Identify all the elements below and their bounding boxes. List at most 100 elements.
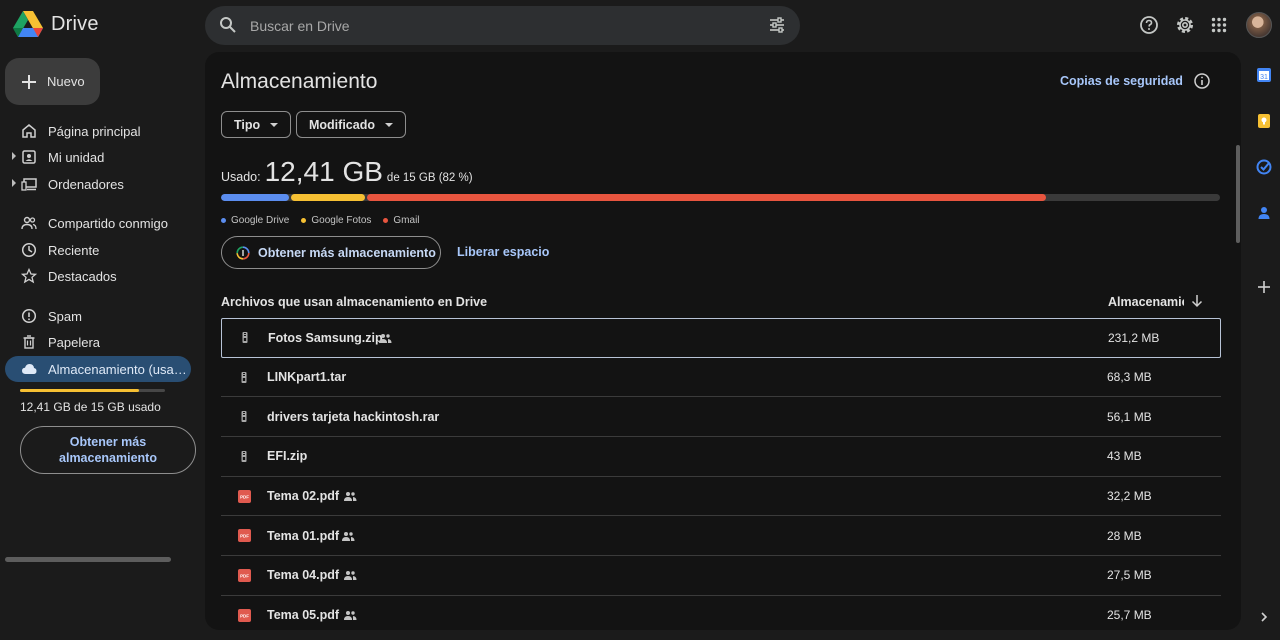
sidebar-scrollbar[interactable] <box>5 557 171 562</box>
computers-icon <box>21 178 37 191</box>
file-name[interactable]: Fotos Samsung.zip <box>268 331 383 345</box>
keep-icon[interactable] <box>1256 113 1272 129</box>
file-size: 28 MB <box>1107 528 1142 543</box>
pdf-file-icon: PDF <box>237 529 251 543</box>
file-size: 32,2 MB <box>1107 489 1152 504</box>
help-icon[interactable] <box>1138 14 1160 36</box>
file-row[interactable]: PDF Tema 02.pdf 32,2 MB <box>221 477 1221 517</box>
google-one-icon <box>236 245 250 260</box>
expand-caret-icon[interactable] <box>12 152 16 160</box>
sidebar-item-storage[interactable]: Almacenamiento (usado: 82 %) <box>5 356 191 382</box>
legend-dot <box>383 218 389 223</box>
legend-dot <box>221 218 226 223</box>
sidebar-item-label: Página principal <box>48 123 141 139</box>
usage-total: de 15 GB (82 %) <box>386 172 473 184</box>
legend-label: Gmail <box>393 215 420 226</box>
my-drive-icon <box>22 150 36 164</box>
drive-logo[interactable]: Drive <box>13 11 99 38</box>
sidebar-item-trash[interactable]: Papelera <box>5 329 191 355</box>
home-icon <box>22 124 36 138</box>
archive-file-icon <box>237 449 251 463</box>
contacts-icon[interactable] <box>1256 205 1272 221</box>
file-name[interactable]: Tema 05.pdf <box>267 608 339 622</box>
search-input[interactable] <box>250 6 750 45</box>
file-row[interactable]: drivers tarjeta hackintosh.rar 56,1 MB <box>221 397 1221 438</box>
storage-segment <box>221 194 289 201</box>
file-size: 68,3 MB <box>1107 370 1152 385</box>
sidebar-item-computers[interactable]: Ordenadores <box>5 171 191 197</box>
type-filter-label: Tipo <box>234 117 261 132</box>
file-row[interactable]: PDF Tema 01.pdf 28 MB <box>221 516 1221 557</box>
pdf-file-icon: PDF <box>237 568 251 582</box>
sidebar-item-label: Compartido conmigo <box>48 215 168 231</box>
sort-arrow-down-icon[interactable] <box>1190 294 1204 308</box>
legend-label: Google Fotos <box>311 215 372 226</box>
search-options-icon[interactable] <box>768 16 786 34</box>
storage-usage-text: 12,41 GB de 15 GB usado <box>20 400 161 414</box>
sidebar-item-recent[interactable]: Reciente <box>5 237 191 263</box>
apps-grid-icon[interactable] <box>1208 14 1230 36</box>
info-icon[interactable] <box>1193 72 1211 90</box>
add-addon-plus-icon[interactable] <box>1257 280 1271 294</box>
svg-text:31: 31 <box>1260 74 1268 81</box>
main-scrollbar[interactable] <box>1236 145 1240 243</box>
clock-icon <box>21 242 37 258</box>
file-row[interactable]: EFI.zip 43 MB <box>221 437 1221 477</box>
storage-breakdown-legend: Google Drive Google Fotos Gmail <box>221 215 420 226</box>
file-row[interactable]: Fotos Samsung.zip 231,2 MB <box>221 318 1221 358</box>
file-name[interactable]: Tema 01.pdf <box>267 529 339 543</box>
backups-link[interactable]: Copias de seguridad <box>1060 74 1183 88</box>
account-avatar[interactable] <box>1246 12 1272 38</box>
type-filter-chip[interactable]: Tipo <box>221 111 292 138</box>
sidebar-item-label: Destacados <box>48 268 117 284</box>
svg-text:PDF: PDF <box>240 494 249 499</box>
file-name[interactable]: Tema 04.pdf <box>267 568 339 582</box>
free-up-space-link[interactable]: Liberar espacio <box>457 245 549 259</box>
tasks-icon[interactable] <box>1256 159 1272 175</box>
sidebar-item-my-drive[interactable]: Mi unidad <box>5 144 191 170</box>
modified-filter-label: Modificado <box>309 117 375 132</box>
sidebar-item-home[interactable]: Página principal <box>5 118 191 144</box>
storage-column-header[interactable]: Almacenamiento usado <box>1108 295 1184 309</box>
file-row[interactable]: PDF Tema 04.pdf 27,5 MB <box>221 556 1221 596</box>
svg-text:PDF: PDF <box>240 613 249 618</box>
file-size: 25,7 MB <box>1107 608 1152 623</box>
get-more-storage-button[interactable]: Obtener más almacenamiento <box>221 236 441 269</box>
file-name[interactable]: Tema 02.pdf <box>267 489 339 503</box>
modified-filter-chip[interactable]: Modificado <box>296 111 406 138</box>
sidebar-item-spam[interactable]: Spam <box>5 303 191 329</box>
sidebar-item-label: Almacenamiento (usado: 82 %) <box>48 361 188 377</box>
sidebar-item-label: Papelera <box>48 334 101 350</box>
storage-breakdown-bar <box>221 194 1220 201</box>
file-row[interactable]: PDF Tema 05.pdf 25,7 MB <box>221 596 1221 630</box>
files-list: Fotos Samsung.zip 231,2 MB LINKpart1.tar 68… <box>221 318 1221 630</box>
file-name[interactable]: EFI.zip <box>267 449 307 463</box>
drive-logo-icon <box>13 11 43 37</box>
sidebar-item-label: Ordenadores <box>48 176 124 192</box>
sidebar-item-starred[interactable]: Destacados <box>5 263 191 289</box>
search-icon[interactable] <box>219 16 237 34</box>
calendar-icon[interactable]: 31 <box>1256 67 1272 83</box>
files-list-header: Archivos que usan almacenamiento en Driv… <box>221 295 488 309</box>
svg-text:PDF: PDF <box>240 534 249 539</box>
file-name[interactable]: drivers tarjeta hackintosh.rar <box>267 410 439 424</box>
chevron-right-icon[interactable] <box>1258 611 1270 623</box>
get-more-storage-button[interactable]: Obtener más almacenamiento <box>20 426 196 474</box>
file-row[interactable]: LINKpart1.tar 68,3 MB <box>221 358 1221 398</box>
plus-icon <box>22 74 36 89</box>
get-more-storage-label: Obtener más almacenamiento <box>258 245 436 260</box>
file-size: 231,2 MB <box>1108 330 1160 345</box>
sidebar-item-shared[interactable]: Compartido conmigo <box>5 210 191 236</box>
app-title: Drive <box>51 13 99 35</box>
spam-icon <box>21 308 37 324</box>
new-button[interactable]: Nuevo <box>5 58 100 105</box>
sidebar-item-label: Mi unidad <box>48 149 105 165</box>
file-name[interactable]: LINKpart1.tar <box>267 370 346 384</box>
file-size: 56,1 MB <box>1107 409 1152 424</box>
settings-gear-icon[interactable] <box>1174 14 1196 36</box>
sidebar-item-label: Spam <box>48 308 82 324</box>
search-bar[interactable] <box>205 6 800 45</box>
expand-caret-icon[interactable] <box>12 179 16 187</box>
file-size: 27,5 MB <box>1107 568 1152 583</box>
legend-item: Google Fotos <box>301 215 371 226</box>
